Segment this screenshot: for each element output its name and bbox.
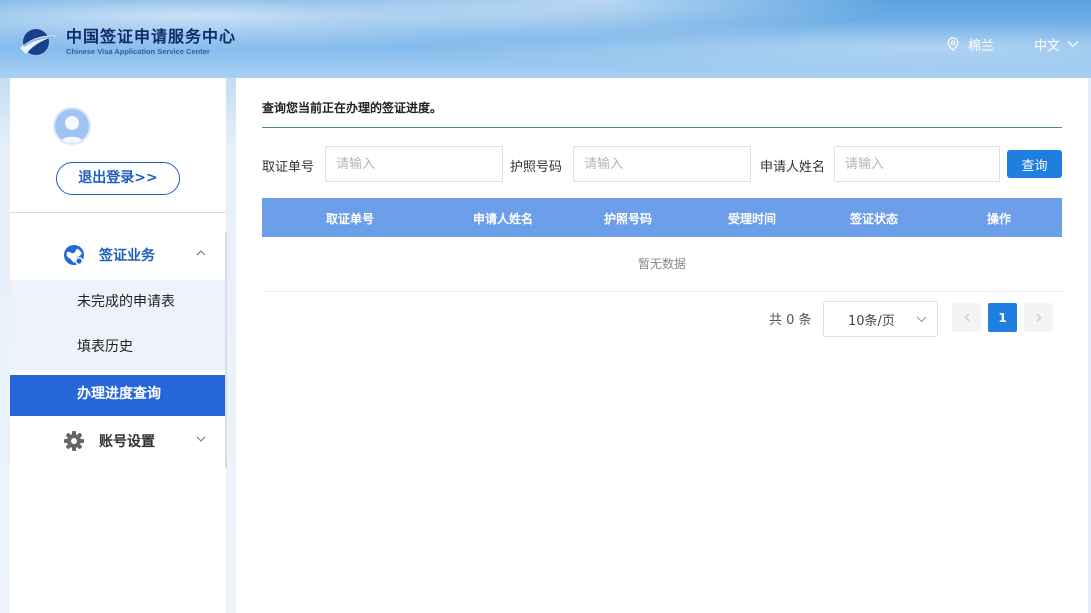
avatar xyxy=(53,107,91,145)
sidebar-group-visa-label: 签证业务 xyxy=(99,248,155,264)
pickup-number-input[interactable] xyxy=(325,146,503,182)
column-header: 申请人姓名 xyxy=(473,212,534,226)
location-pin-icon xyxy=(947,37,959,51)
chevron-down-icon xyxy=(196,436,206,442)
language-selector[interactable]: 中文 xyxy=(1034,34,1079,54)
user-icon xyxy=(59,116,85,143)
header: 中国签证申请服务中心 Chinese Visa Application Serv… xyxy=(0,0,1091,78)
column-header: 受理时间 xyxy=(728,212,777,226)
gear-icon xyxy=(64,431,84,451)
table-header: 取证单号 申请人姓名 护照号码 受理时间 签证状态 操作 xyxy=(262,198,1062,237)
page-button-current[interactable]: 1 xyxy=(988,303,1017,332)
city-selector[interactable]: 棉兰 xyxy=(947,34,994,54)
chevron-right-icon xyxy=(1036,313,1041,322)
logout-button[interactable]: 退出登录>> xyxy=(56,162,180,195)
total-count: 共 0 条 xyxy=(769,313,812,328)
empty-state: 暂无数据 xyxy=(262,237,1062,292)
column-header: 操作 xyxy=(987,212,1012,226)
sidebar-group-account-label: 账号设置 xyxy=(99,434,155,450)
passport-number-input[interactable] xyxy=(573,146,751,182)
title-divider xyxy=(262,127,1062,128)
applicant-name-label: 申请人姓名 xyxy=(760,160,826,175)
page-size-value: 10条/页 xyxy=(848,313,895,329)
sidebar-item-history[interactable]: 填表历史 xyxy=(10,325,226,370)
chevron-up-icon xyxy=(196,250,206,256)
globe-icon xyxy=(64,245,84,265)
sidebar-item-incomplete[interactable]: 未完成的申请表 xyxy=(10,280,226,325)
page-title: 查询您当前正在办理的签证进度。 xyxy=(262,101,443,115)
column-header: 护照号码 xyxy=(604,212,653,226)
language-label: 中文 xyxy=(1033,38,1060,54)
city-label: 棉兰 xyxy=(967,38,994,54)
prev-page-button[interactable] xyxy=(952,303,981,332)
logo-icon xyxy=(18,24,58,60)
logo[interactable]: 中国签证申请服务中心 Chinese Visa Application Serv… xyxy=(18,24,236,60)
logo-title: 中国签证申请服务中心 xyxy=(66,27,237,46)
sidebar: 退出登录>> 签证业务 未完成的申请表 填表历史 办理进度查询 账号设置 xyxy=(10,78,226,613)
sidebar-edge xyxy=(225,232,227,468)
search-button[interactable]: 查询 xyxy=(1007,150,1062,178)
page-size-select[interactable]: 10条/页 xyxy=(823,301,938,337)
next-page-button[interactable] xyxy=(1024,303,1053,332)
sidebar-group-account[interactable]: 账号设置 xyxy=(10,422,226,460)
chevron-down-icon xyxy=(1067,41,1079,48)
applicant-name-input[interactable] xyxy=(834,146,1000,182)
column-header: 取证单号 xyxy=(326,212,375,226)
logo-subtitle: Chinese Visa Application Service Center xyxy=(66,47,210,56)
chevron-down-icon xyxy=(916,316,927,323)
chevron-left-icon xyxy=(964,313,969,322)
sidebar-item-progress[interactable]: 办理进度查询 xyxy=(10,375,226,416)
sidebar-group-visa[interactable]: 签证业务 xyxy=(10,235,226,275)
passport-number-label: 护照号码 xyxy=(510,160,563,175)
main-panel: 查询您当前正在办理的签证进度。 取证单号 护照号码 申请人姓名 查询 取证单号 … xyxy=(236,78,1088,613)
divider xyxy=(10,212,226,213)
column-header: 签证状态 xyxy=(850,212,899,226)
pickup-number-label: 取证单号 xyxy=(262,160,315,175)
